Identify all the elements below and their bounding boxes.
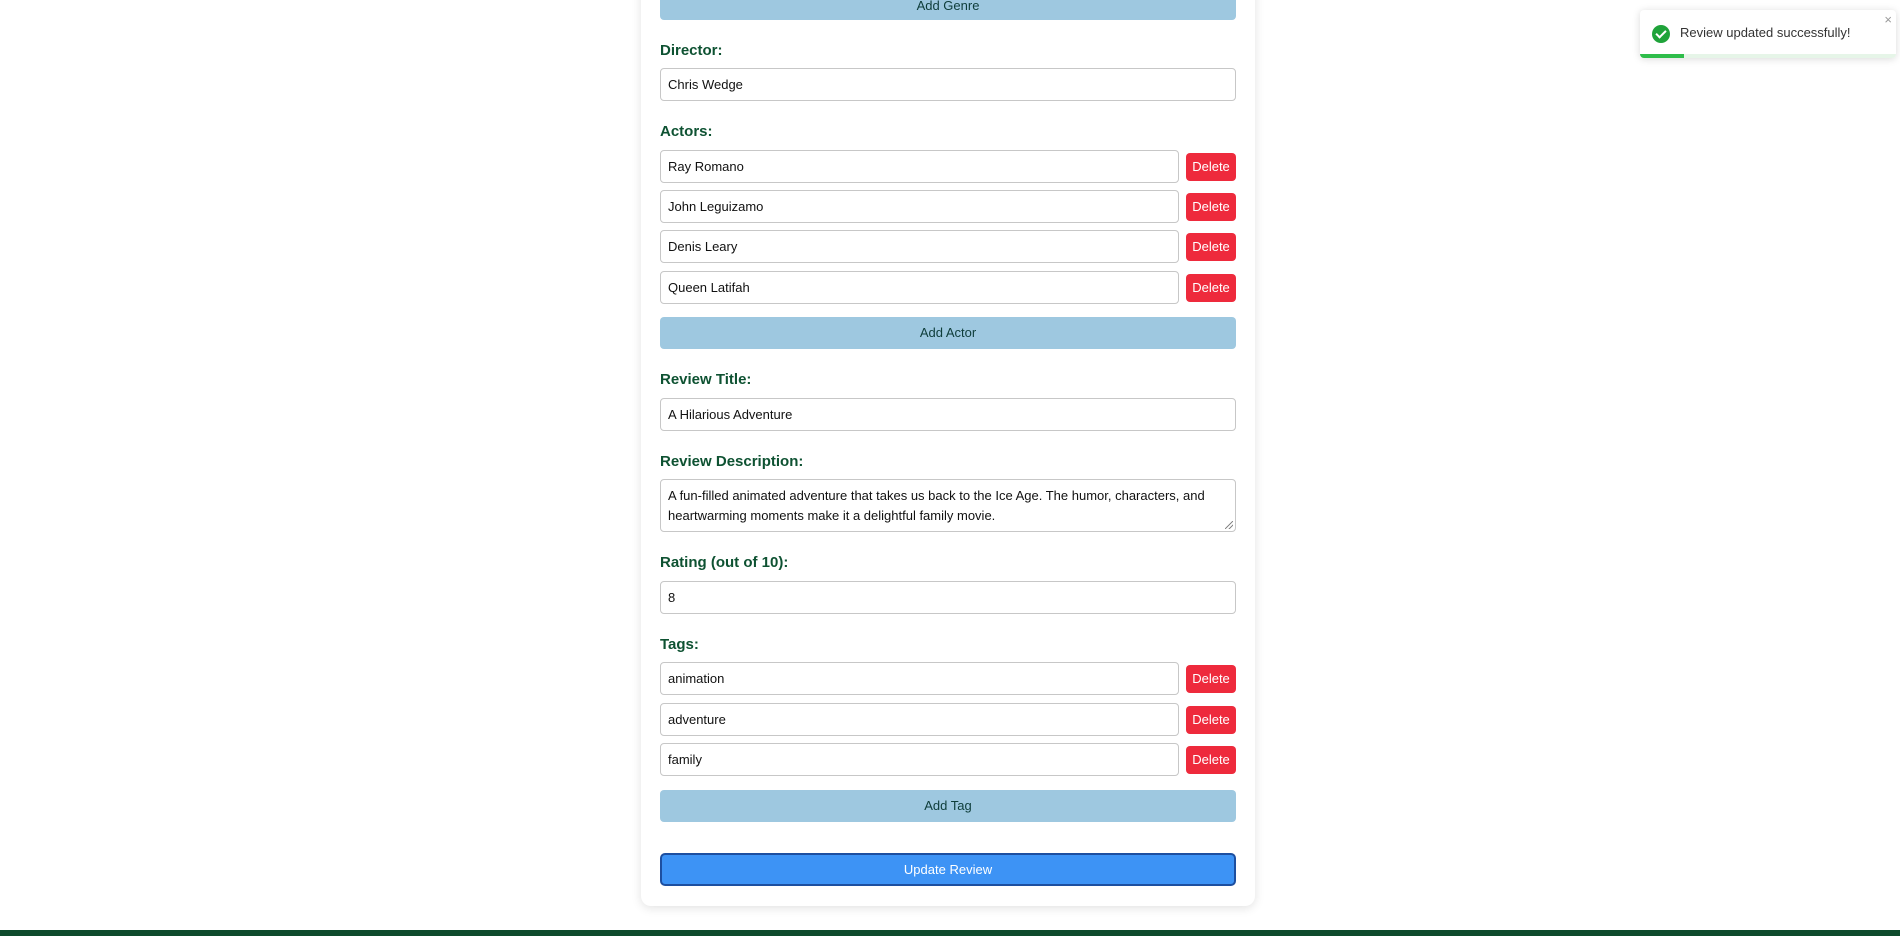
tag-input[interactable]: animation: [660, 662, 1179, 695]
footer-bar: [0, 930, 1900, 936]
review-description-text: A fun-filled animated adventure that tak…: [668, 488, 1205, 523]
toast-progress-bar: [1640, 54, 1684, 58]
add-actor-button[interactable]: Add Actor: [660, 317, 1236, 349]
delete-actor-button[interactable]: Delete: [1186, 274, 1236, 302]
review-title-input[interactable]: A Hilarious Adventure: [660, 398, 1236, 431]
actor-input[interactable]: Queen Latifah: [660, 271, 1179, 304]
success-toast[interactable]: Review updated successfully! ×: [1640, 10, 1896, 58]
add-genre-button[interactable]: Add Genre: [660, 0, 1236, 20]
delete-tag-button[interactable]: Delete: [1186, 706, 1236, 734]
actor-input[interactable]: Ray Romano: [660, 150, 1179, 183]
actor-input[interactable]: John Leguizamo: [660, 190, 1179, 223]
update-review-button[interactable]: Update Review: [660, 853, 1236, 886]
review-description-label: Review Description:: [660, 453, 804, 470]
add-tag-button[interactable]: Add Tag: [660, 790, 1236, 822]
tag-input[interactable]: family: [660, 743, 1179, 776]
rating-label: Rating (out of 10):: [660, 554, 789, 571]
review-title-label: Review Title:: [660, 371, 752, 388]
toast-message: Review updated successfully!: [1680, 25, 1851, 40]
resize-handle-icon[interactable]: [1225, 521, 1233, 529]
director-input[interactable]: Chris Wedge: [660, 68, 1236, 101]
delete-actor-button[interactable]: Delete: [1186, 233, 1236, 261]
delete-actor-button[interactable]: Delete: [1186, 153, 1236, 181]
tag-input[interactable]: adventure: [660, 703, 1179, 736]
rating-input[interactable]: 8: [660, 581, 1236, 614]
delete-tag-button[interactable]: Delete: [1186, 746, 1236, 774]
delete-actor-button[interactable]: Delete: [1186, 193, 1236, 221]
director-label: Director:: [660, 42, 723, 59]
toast-progress-track: [1640, 54, 1896, 58]
actor-input[interactable]: Denis Leary: [660, 230, 1179, 263]
check-circle-icon: [1652, 25, 1670, 43]
tags-label: Tags:: [660, 636, 699, 653]
review-description-textarea[interactable]: A fun-filled animated adventure that tak…: [660, 479, 1236, 532]
close-icon[interactable]: ×: [1884, 12, 1892, 27]
delete-tag-button[interactable]: Delete: [1186, 665, 1236, 693]
actors-label: Actors:: [660, 123, 713, 140]
